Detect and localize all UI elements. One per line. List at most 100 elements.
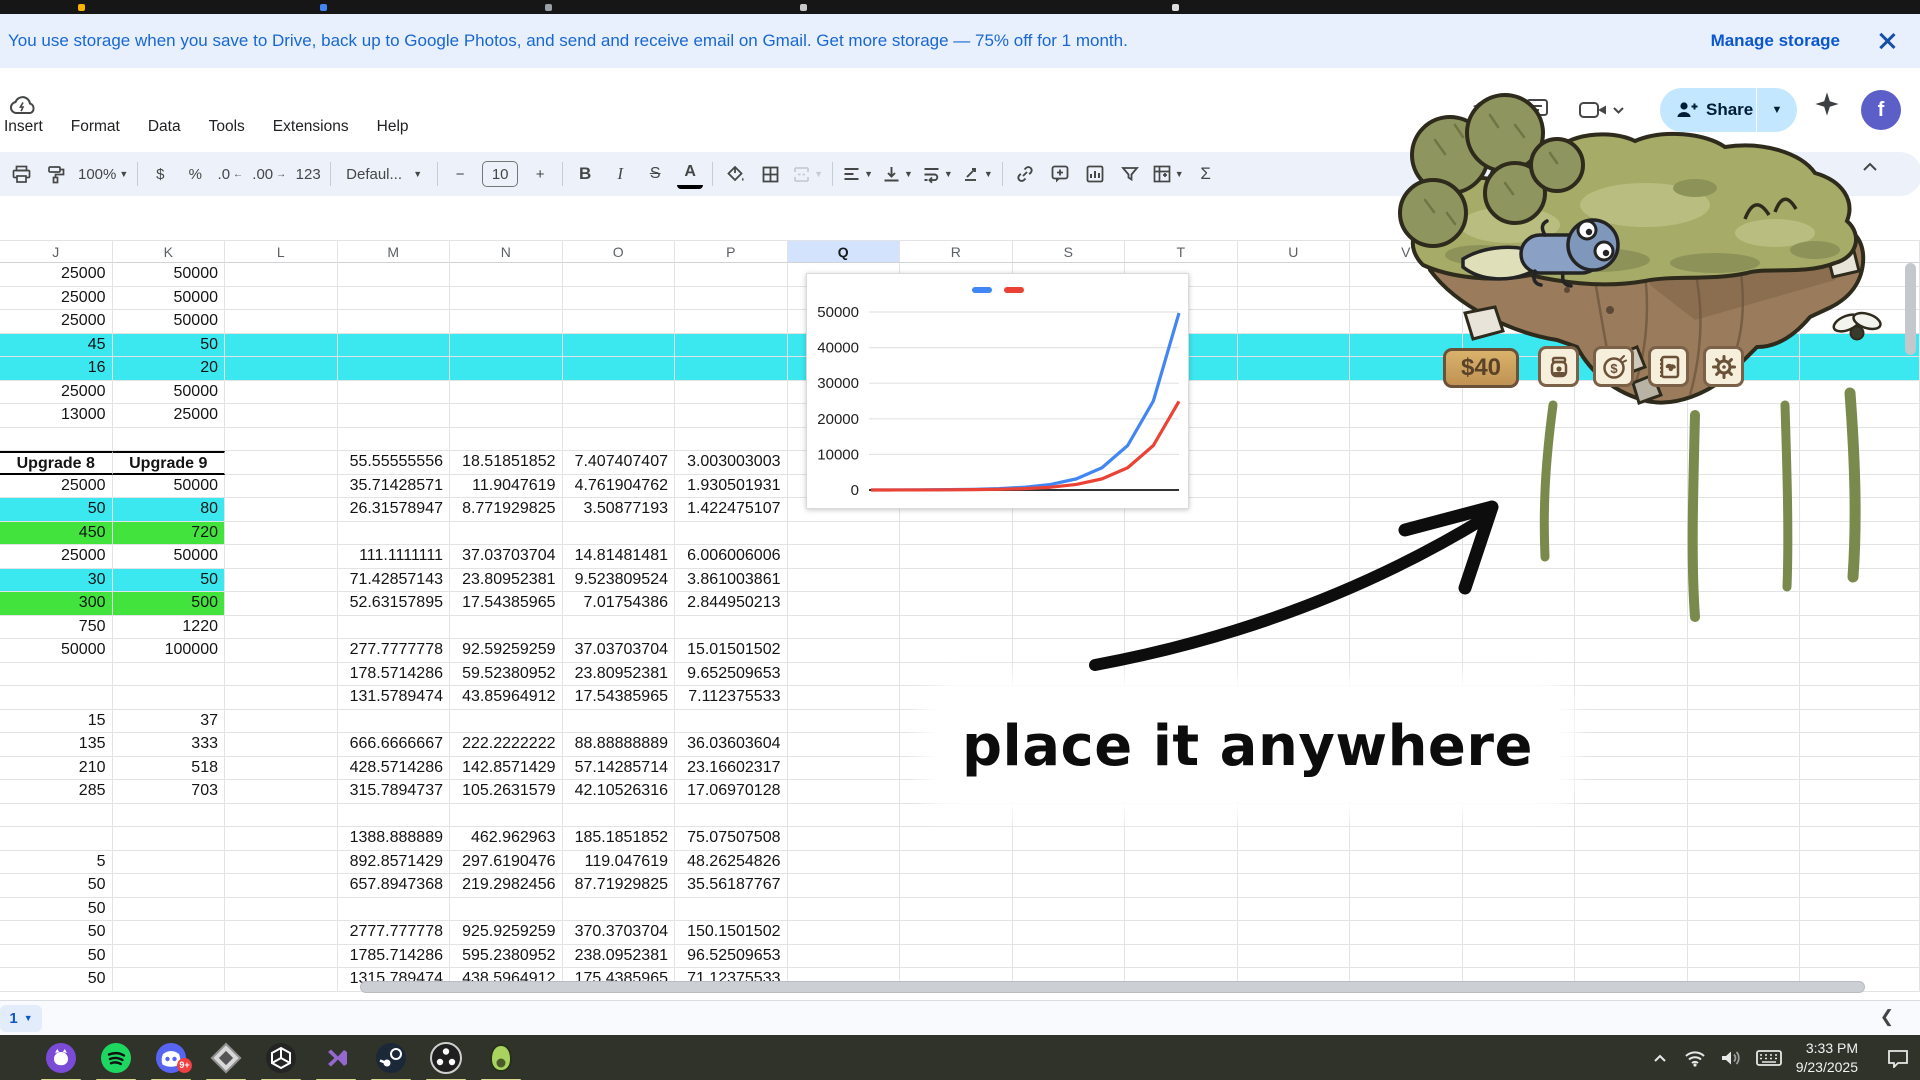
cell[interactable]: 50 [0,898,113,922]
cell[interactable] [675,287,788,311]
column-header-L[interactable]: L [225,241,338,263]
cell[interactable] [1125,545,1238,569]
cell[interactable] [1688,639,1801,663]
cell[interactable] [1688,287,1801,311]
cell[interactable] [1688,616,1801,640]
cell[interactable] [900,569,1013,593]
cell[interactable] [225,663,338,687]
cell[interactable]: 657.8947368 [338,874,451,898]
cell[interactable] [0,827,113,851]
cell[interactable] [1688,404,1801,428]
cell[interactable] [450,263,563,287]
cell[interactable] [1800,757,1920,781]
cell[interactable] [1013,827,1126,851]
cell[interactable] [1463,475,1576,499]
cell[interactable] [225,545,338,569]
cell[interactable]: Upgrade 8 [0,451,113,475]
cell[interactable] [113,663,226,687]
comments-icon[interactable] [1523,96,1551,124]
print-icon[interactable] [8,159,34,189]
cell[interactable]: 333 [113,733,226,757]
cell[interactable] [1350,804,1463,828]
cell[interactable]: 25000 [0,475,113,499]
cell[interactable] [113,921,226,945]
cell[interactable] [1350,592,1463,616]
cell[interactable] [1013,639,1126,663]
cell[interactable]: 25000 [0,287,113,311]
cell[interactable] [225,592,338,616]
cell[interactable] [450,404,563,428]
cell[interactable]: 50 [0,498,113,522]
cell[interactable] [1575,639,1688,663]
cell[interactable]: 462.962963 [450,827,563,851]
cell[interactable] [1800,334,1920,358]
cell[interactable] [563,263,676,287]
cell[interactable] [1013,851,1126,875]
cell[interactable]: 36.03603604 [675,733,788,757]
cell[interactable] [1238,428,1351,452]
cell[interactable] [450,357,563,381]
cell[interactable] [225,334,338,358]
sheet-tab-active[interactable]: 1 ▼ [0,1005,42,1032]
cell[interactable] [563,381,676,405]
cell[interactable]: 50 [0,968,113,992]
cell[interactable] [900,616,1013,640]
cell[interactable] [1238,334,1351,358]
cell[interactable] [1463,898,1576,922]
cell[interactable] [1575,404,1688,428]
taskbar-app-unity[interactable] [264,1041,298,1075]
jar-button[interactable] [1538,346,1579,387]
cell[interactable] [225,898,338,922]
cell[interactable]: 370.3703704 [563,921,676,945]
cell[interactable] [1463,921,1576,945]
cell[interactable] [788,851,901,875]
cell[interactable] [225,475,338,499]
cell[interactable] [900,545,1013,569]
cell[interactable]: 50 [113,569,226,593]
cell[interactable] [1013,569,1126,593]
text-wrap-icon[interactable]: ▼ [922,159,953,189]
cell[interactable]: 25000 [0,263,113,287]
cell[interactable] [675,404,788,428]
cell[interactable] [1125,639,1238,663]
taskbar-app-steam[interactable] [374,1041,408,1075]
cell[interactable] [1350,827,1463,851]
insert-chart-icon[interactable] [1082,159,1108,189]
cell[interactable] [1013,592,1126,616]
cell[interactable] [1350,639,1463,663]
embedded-chart[interactable]: 01000020000300004000050000 [806,273,1189,509]
cell[interactable] [1688,898,1801,922]
cell[interactable] [225,310,338,334]
cell[interactable] [1013,663,1126,687]
cell[interactable] [1125,874,1238,898]
cell[interactable] [1575,945,1688,969]
cell[interactable]: 50000 [113,475,226,499]
cell[interactable] [1238,545,1351,569]
cell[interactable] [1688,310,1801,334]
cell[interactable]: 892.8571429 [338,851,451,875]
cell[interactable] [225,616,338,640]
cell[interactable]: 150.1501502 [675,921,788,945]
cell[interactable] [225,757,338,781]
cell[interactable] [1463,945,1576,969]
cell[interactable]: 210 [0,757,113,781]
cell[interactable] [788,663,901,687]
cell[interactable] [1800,898,1920,922]
cell[interactable] [1238,522,1351,546]
cell[interactable]: 1785.714286 [338,945,451,969]
cell[interactable] [1575,263,1688,287]
increase-decimal-button[interactable]: .00→ [252,159,286,189]
cell[interactable] [900,851,1013,875]
cell[interactable]: 595.2380952 [450,945,563,969]
cell[interactable] [1125,804,1238,828]
format-percent-button[interactable]: % [182,159,208,189]
cell[interactable] [450,804,563,828]
collapse-toolbar-icon[interactable] [1860,160,1880,179]
menu-help[interactable]: Help [375,116,411,138]
cell[interactable]: 87.71929825 [563,874,676,898]
cell[interactable] [113,898,226,922]
menu-data[interactable]: Data [146,116,183,138]
cell[interactable]: 7.407407407 [563,451,676,475]
fill-color-icon[interactable] [722,159,748,189]
version-history-icon[interactable] [1470,96,1498,124]
